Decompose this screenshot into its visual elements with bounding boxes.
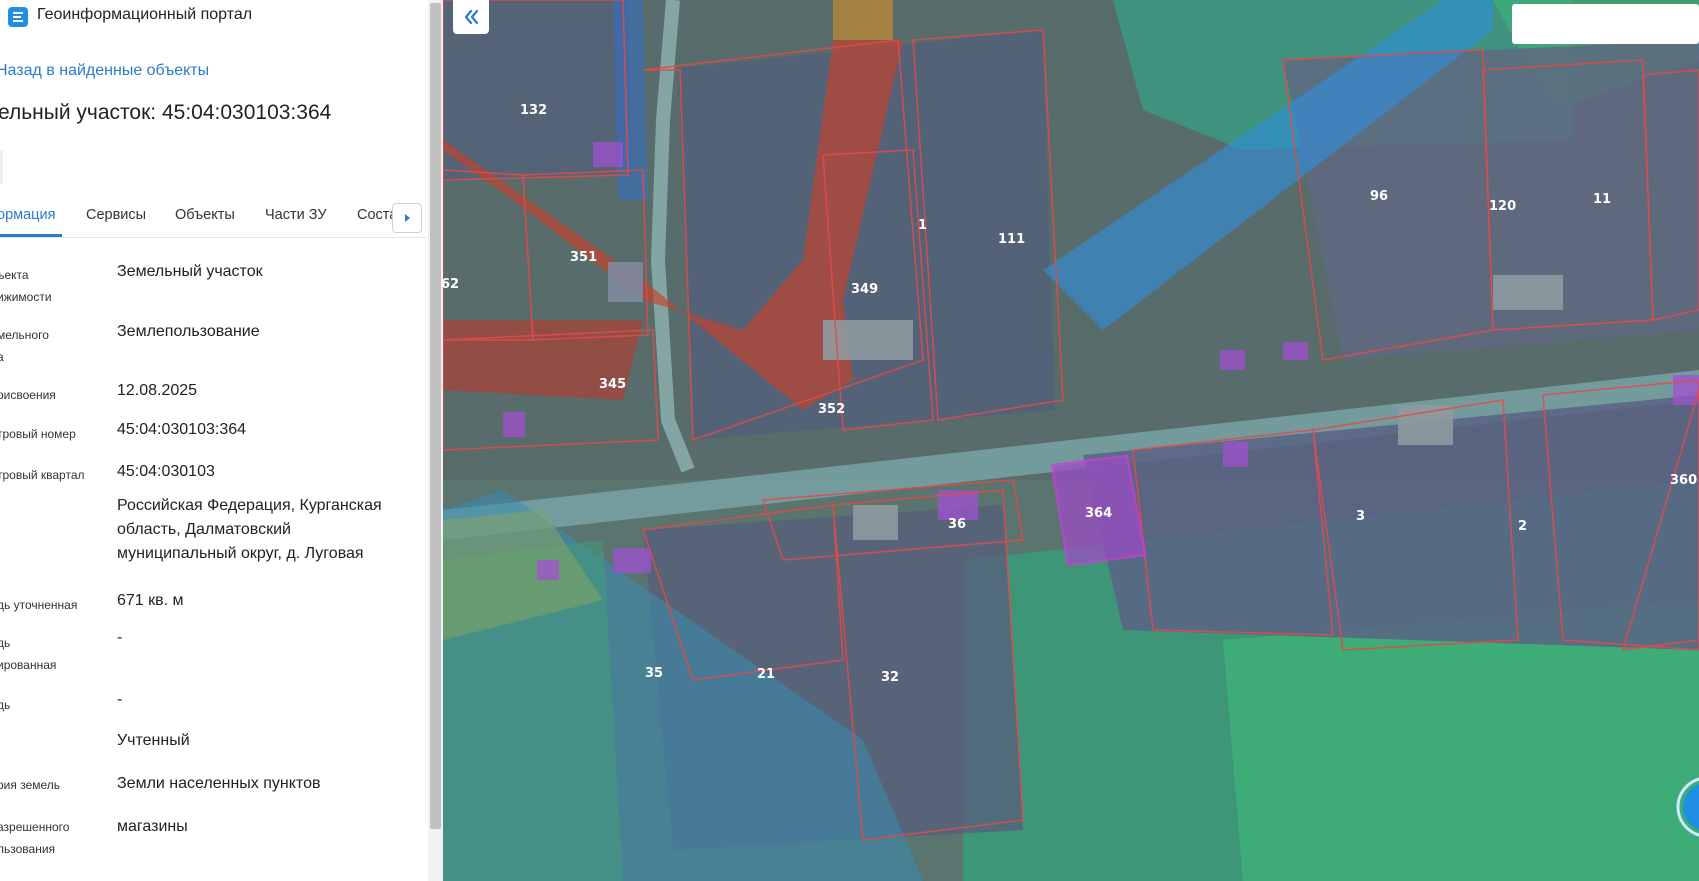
svg-text:3: 3	[1356, 509, 1365, 524]
attr-value-object-type: Земельный участок	[117, 263, 263, 280]
active-tab-indicator	[0, 234, 62, 237]
svg-text:352: 352	[818, 402, 845, 417]
info-panel-content: Геоинформационный портал Назад в найденн…	[0, 0, 427, 881]
attr-label-cadastral-number: тровый номер	[0, 427, 76, 441]
svg-text:345: 345	[599, 377, 626, 392]
chevron-right-icon	[405, 214, 410, 222]
attr-value-land-type: Землепользование	[117, 323, 260, 340]
svg-text:32: 32	[881, 670, 899, 685]
attr-label-permitted-use: азрешенного льзования	[0, 820, 70, 856]
collapse-panel-button[interactable]	[453, 0, 489, 34]
svg-text:96: 96	[1370, 189, 1388, 204]
svg-text:21: 21	[757, 667, 775, 682]
attr-value-area-specified: 671 кв. м	[117, 592, 184, 609]
parcel-label[interactable]: 352	[818, 402, 845, 417]
attr-value-area: -	[117, 691, 123, 708]
attr-value-address: Российская Федерация, Курганская область…	[117, 497, 382, 562]
parcel-label-selected[interactable]: 364	[1085, 506, 1112, 521]
parcel-label[interactable]: 36	[948, 517, 966, 532]
parcel-label[interactable]: 35	[645, 666, 663, 681]
attr-value-status: Учтенный	[117, 732, 190, 749]
tab-parts[interactable]: Части ЗУ	[265, 207, 327, 223]
parcel-label[interactable]: 62	[443, 277, 459, 292]
parcel-label[interactable]: 111	[998, 232, 1025, 247]
parcel-label[interactable]: 351	[570, 250, 597, 265]
svg-text:351: 351	[570, 250, 597, 265]
back-to-results-link[interactable]: Назад в найденные объекты	[0, 62, 209, 80]
svg-text:360: 360	[1670, 473, 1697, 488]
parcel-label[interactable]: 345	[599, 377, 626, 392]
info-panel: Геоинформационный портал Назад в найденн…	[0, 0, 427, 881]
svg-text:120: 120	[1489, 199, 1516, 214]
parcel-label[interactable]: 132	[520, 103, 547, 118]
parcel-label[interactable]: 2	[1518, 519, 1527, 534]
parcel-label[interactable]: 360	[1670, 473, 1697, 488]
attr-label-land-type: мельного а	[0, 328, 49, 364]
map-view[interactable]: 132 351 62 345 1 111 349 352 96 120 11 3…	[443, 0, 1699, 881]
attr-label-cadastral-quarter: тровый квартал	[0, 468, 85, 482]
attr-label-object-type: ъекта ижимости	[0, 268, 52, 304]
attr-label-status: :	[0, 732, 107, 754]
attr-label-assign-date: рисвоения	[0, 388, 56, 402]
tab-objects[interactable]: Объекты	[175, 207, 235, 223]
svg-text:349: 349	[851, 282, 878, 297]
tab-information[interactable]: ормация	[0, 207, 55, 223]
double-chevron-left-icon	[464, 9, 479, 25]
tab-scroll-right-button[interactable]	[392, 203, 422, 233]
svg-text:1: 1	[918, 218, 927, 233]
portal-logo-icon	[8, 7, 28, 27]
panel-scrollbar-thumb[interactable]	[430, 3, 441, 829]
location-button[interactable]	[1671, 772, 1699, 842]
svg-text:111: 111	[998, 232, 1025, 247]
parcel-label[interactable]: 1	[918, 218, 927, 233]
parcel-label[interactable]: 349	[851, 282, 878, 297]
attr-value-area-declared: -	[117, 629, 123, 646]
tab-services[interactable]: Сервисы	[86, 207, 146, 223]
attr-label-area-declared: дь ированная	[0, 636, 57, 672]
parcel-label[interactable]: 32	[881, 670, 899, 685]
attr-value-land-category: Земли населенных пунктов	[117, 775, 321, 792]
parcel-label[interactable]: 96	[1370, 189, 1388, 204]
attr-label-area-specified: дь уточненная	[0, 598, 78, 612]
tab-bar: ормация Сервисы Объекты Части ЗУ Соста	[0, 203, 427, 238]
portal-title: Геоинформационный портал	[37, 6, 253, 23]
attr-value-assign-date: 12.08.2025	[117, 382, 198, 399]
svg-text:36: 36	[948, 517, 966, 532]
svg-text:11: 11	[1593, 192, 1611, 207]
page-title: ельный участок: 45:04:030103:364	[0, 101, 332, 124]
map-search-input[interactable]	[1512, 4, 1699, 44]
svg-text:364: 364	[1085, 506, 1112, 521]
attr-value-permitted-use: магазины	[117, 818, 188, 835]
attr-value-cadastral-quarter: 45:04:030103	[117, 463, 215, 480]
parcel-label[interactable]: 21	[757, 667, 775, 682]
svg-text:2: 2	[1518, 519, 1527, 534]
svg-text:62: 62	[443, 277, 459, 292]
title-action-stub	[0, 150, 3, 184]
svg-text:35: 35	[645, 666, 663, 681]
parcel-labels-layer: 132 351 62 345 1 111 349 352 96 120 11 3…	[443, 103, 1697, 685]
svg-text:132: 132	[520, 103, 547, 118]
parcel-label[interactable]: 120	[1489, 199, 1516, 214]
attr-label-area: дь	[0, 698, 11, 712]
parcel-label[interactable]: 3	[1356, 509, 1365, 524]
attr-value-cadastral-number: 45:04:030103:364	[117, 421, 247, 438]
attr-label-land-category: рия земель	[0, 778, 61, 792]
parcel-label[interactable]: 11	[1593, 192, 1611, 207]
